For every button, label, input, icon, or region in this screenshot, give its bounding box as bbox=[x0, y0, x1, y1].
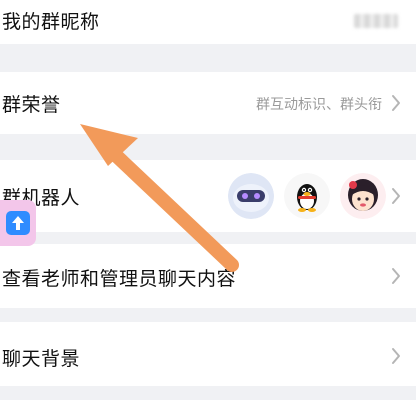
chevron-right-icon bbox=[388, 265, 404, 287]
view-teacher-admin-chat-label: 查看老师和管理员聊天内容 bbox=[2, 268, 237, 290]
group-robot-row[interactable]: 群机器人 bbox=[0, 160, 416, 232]
chevron-right-icon bbox=[388, 345, 404, 367]
view-teacher-admin-chat-row[interactable]: 查看老师和管理员聊天内容 bbox=[0, 244, 416, 308]
girl-avatar-icon bbox=[340, 173, 386, 219]
chevron-right-icon bbox=[388, 92, 404, 114]
robot-avatars bbox=[228, 173, 386, 219]
arrow-up-app-icon bbox=[6, 211, 30, 235]
my-group-nickname-label: 我的群昵称 bbox=[2, 11, 100, 33]
chat-background-row[interactable]: 聊天背景 bbox=[0, 322, 416, 386]
group-honor-row[interactable]: 群荣誉 群互动标识、群头衔 bbox=[0, 72, 416, 134]
qq-penguin-avatar-icon bbox=[284, 173, 330, 219]
group-honor-value: 群互动标识、群头衔 bbox=[256, 97, 382, 113]
group-settings-screen: 我的群昵称 群荣誉 群互动标识、群头衔 群机器人 查看老师和管理员聊天内容 聊天… bbox=[0, 0, 416, 400]
chat-background-label: 聊天背景 bbox=[2, 348, 81, 370]
nickname-value-blurred bbox=[354, 14, 398, 28]
group-honor-label: 群荣誉 bbox=[2, 94, 61, 116]
chevron-right-icon bbox=[388, 185, 404, 207]
my-group-nickname-row[interactable]: 我的群昵称 bbox=[0, 0, 416, 44]
floating-app-badge[interactable] bbox=[0, 200, 36, 246]
robot-avatar-icon bbox=[228, 173, 274, 219]
